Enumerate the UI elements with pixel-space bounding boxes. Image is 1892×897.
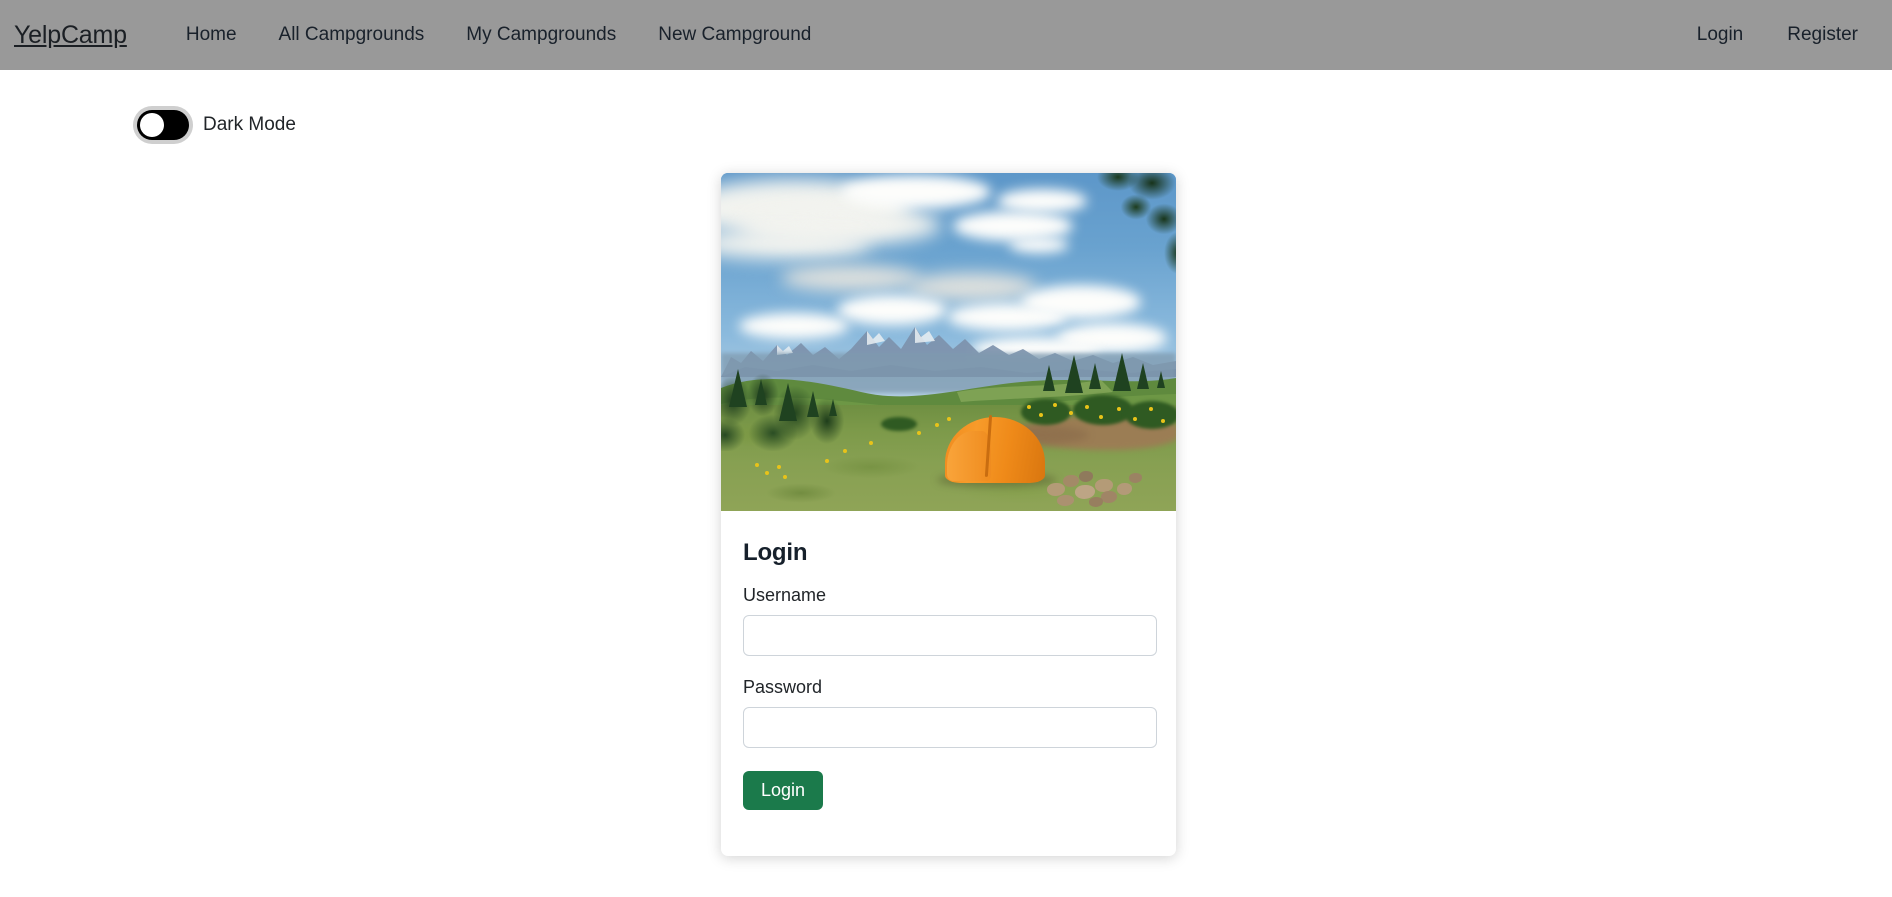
login-form: Username Password Login [743,585,1157,810]
cloud-icon [781,265,921,291]
nav-link-my-campgrounds[interactable]: My Campgrounds [445,24,637,46]
conifer-tree-icon [1043,365,1055,391]
foreground-tree [1066,173,1176,285]
conifer-tree-icon [1157,371,1165,388]
navbar-primary-links: Home All Campgrounds My Campgrounds New … [165,24,833,46]
fire-ring-rocks [1045,469,1153,509]
dark-mode-label: Dark Mode [203,114,296,135]
campsite-photo [721,173,1176,511]
dark-mode-toggle-row: Dark Mode [133,106,296,144]
login-submit-button[interactable]: Login [743,771,824,810]
nav-link-all-campgrounds[interactable]: All Campgrounds [258,24,446,46]
conifer-tree-icon [1113,353,1131,391]
cloud-icon [907,273,1037,301]
cloud-icon [953,211,1073,241]
toggle-track-icon [137,110,189,140]
cloud-icon [841,175,991,209]
nav-link-home[interactable]: Home [165,24,258,46]
nav-link-login[interactable]: Login [1675,24,1766,46]
password-label: Password [743,677,823,697]
conifer-tree-icon [1137,363,1149,389]
username-group: Username [743,585,1157,656]
navbar-brand[interactable]: YelpCamp [14,21,127,50]
login-form-body: Login Username Password Login [721,511,1176,832]
cloud-icon [1021,285,1141,319]
nav-link-new-campground[interactable]: New Campground [637,24,832,46]
orange-tent [945,411,1045,483]
conifer-tree-icon [1065,355,1083,393]
conifer-tree-icon [1089,363,1101,389]
navbar: YelpCamp Home All Campgrounds My Campgro… [0,0,1892,70]
cloud-icon [1009,237,1069,253]
navbar-auth-links: Login Register [1675,24,1880,46]
username-input[interactable] [743,615,1157,656]
dark-mode-switch[interactable] [133,106,193,144]
toggle-knob-icon [140,113,164,137]
nav-link-register[interactable]: Register [1765,24,1880,46]
login-card: Login Username Password Login [721,173,1176,856]
password-input[interactable] [743,707,1157,748]
username-label: Username [743,585,827,605]
password-group: Password [743,677,1157,748]
card-title: Login [743,539,808,566]
